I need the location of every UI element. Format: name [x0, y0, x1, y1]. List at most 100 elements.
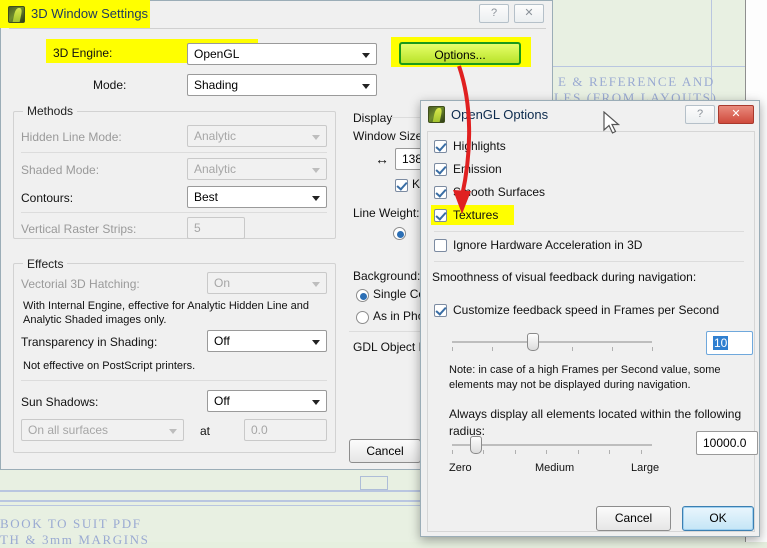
methods-divider — [21, 212, 327, 213]
bg-text-line: BOOK TO SUIT PDF — [0, 516, 142, 531]
checkbox-customize-fps[interactable] — [434, 304, 447, 317]
background-radio-as-in-photo[interactable] — [356, 311, 369, 324]
background-option-2-label: As in Pho — [373, 309, 425, 323]
surfaces-value: On all surfaces — [28, 423, 109, 437]
app-icon — [8, 6, 25, 23]
fps-slider-tick — [652, 347, 653, 351]
sun-shadows-combo[interactable]: Off — [207, 390, 327, 412]
fps-note: Note: in case of a high Frames per Secon… — [449, 364, 721, 391]
fps-value-field[interactable]: 10 — [706, 331, 753, 355]
titlebar-3d-settings: 3D Window Settings ? ✕ — [1, 1, 552, 27]
help-button[interactable]: ? — [479, 4, 509, 23]
methods-group-title: Methods — [23, 104, 78, 118]
engine-label: 3D Engine: — [53, 46, 113, 60]
options-button[interactable]: Options... — [399, 42, 521, 65]
sun-shadows-label: Sun Shadows: — [21, 395, 99, 409]
radius-slider-thumb[interactable] — [470, 436, 482, 454]
app-icon — [428, 106, 445, 123]
fps-slider-thumb[interactable] — [527, 333, 539, 351]
transparency-combo[interactable]: Off — [207, 330, 327, 352]
chevron-down-icon — [312, 400, 320, 405]
radius-slider-tick — [515, 450, 516, 454]
fps-slider-tick — [572, 347, 573, 351]
radius-slider-tick — [578, 450, 579, 454]
chevron-down-icon — [169, 429, 177, 434]
titlebar-divider — [9, 28, 546, 29]
chevron-down-icon — [362, 53, 370, 58]
chevron-down-icon — [362, 84, 370, 89]
dialog-cancel-button[interactable]: Cancel — [596, 506, 671, 531]
radius-slider-tick — [641, 450, 642, 454]
mode-combo[interactable]: Shading — [187, 74, 377, 96]
contours-combo[interactable]: Best — [187, 186, 327, 208]
close-button[interactable]: ✕ — [514, 4, 544, 23]
contours-label: Contours: — [21, 191, 74, 205]
vertical-raster-strips-field: 5 — [187, 217, 245, 239]
fps-slider-track[interactable] — [452, 341, 652, 343]
dialog-ok-button[interactable]: OK — [682, 506, 754, 531]
help-button[interactable]: ? — [685, 105, 715, 124]
keep-proportions-checkbox[interactable] — [395, 179, 408, 192]
line-weight-label: Line Weight: — [353, 206, 420, 220]
transparency-note: Not effective on PostScript printers. — [23, 360, 196, 372]
checkbox-highlights[interactable] — [434, 140, 447, 153]
mode-label: Mode: — [93, 78, 127, 92]
sun-shadows-value: Off — [214, 394, 230, 408]
chevron-down-icon — [312, 196, 320, 201]
checkbox-emission-label: Emission — [453, 162, 502, 176]
bg-text-line: TH & 3mm MARGINS — [0, 532, 150, 547]
checkbox-smooth-surfaces-label: Smooth Surfaces — [453, 185, 546, 199]
chevron-down-icon — [312, 282, 320, 287]
fps-value: 10 — [713, 336, 729, 350]
window-title: 3D Window Settings — [31, 6, 149, 21]
dialog-divider — [434, 261, 744, 262]
checkbox-ignore-hw-accel-label: Ignore Hardware Acceleration in 3D — [453, 238, 643, 252]
transparency-value: Off — [214, 334, 230, 348]
engine-combo[interactable]: OpenGL — [187, 43, 377, 65]
bg-text-line: E & REFERENCE AND — [558, 74, 715, 89]
checkbox-emission[interactable] — [434, 163, 447, 176]
fps-slider-tick — [612, 347, 613, 351]
bg-box — [360, 476, 388, 490]
background-label: Background: — [353, 269, 421, 283]
engine-value: OpenGL — [194, 47, 240, 61]
at-value-field: 0.0 — [244, 419, 327, 441]
checkbox-highlights-label: Highlights — [453, 139, 506, 153]
gdl-label: GDL Object H — [353, 340, 428, 354]
smoothness-label: Smoothness of visual feedback during nav… — [432, 270, 697, 284]
radius-slider-track[interactable] — [452, 444, 652, 446]
display-group-title: Display — [353, 111, 393, 125]
checkbox-ignore-hw-accel[interactable] — [434, 239, 447, 252]
checkbox-smooth-surfaces[interactable] — [434, 186, 447, 199]
shaded-mode-value: Analytic — [194, 162, 237, 176]
checkbox-textures[interactable] — [434, 209, 447, 222]
chevron-down-icon — [312, 168, 320, 173]
checkbox-textures-label: Textures — [453, 208, 499, 222]
radius-slider-tick — [609, 450, 610, 454]
shaded-mode-combo: Analytic — [187, 158, 327, 180]
radius-slider-tick — [452, 450, 453, 454]
hidden-line-mode-value: Analytic — [194, 129, 237, 143]
close-button[interactable]: ✕ — [718, 105, 754, 124]
surfaces-combo: On all surfaces — [21, 419, 184, 441]
width-arrow-icon: ↔ — [375, 151, 389, 167]
background-option-1-label: Single Co — [373, 287, 426, 301]
mode-value: Shading — [194, 78, 239, 92]
chevron-down-icon — [312, 340, 320, 345]
vertical-raster-strips-label: Vertical Raster Strips: — [21, 222, 137, 236]
window-size-label: Window Size — [353, 129, 423, 143]
vectorial-hatching-label: Vectorial 3D Hatching: — [21, 277, 140, 291]
settings-cancel-button[interactable]: Cancel — [349, 439, 421, 463]
radius-tick-zero-label: Zero — [449, 462, 472, 474]
background-radio-single-color[interactable] — [356, 289, 369, 302]
titlebar-opengl-options: OpenGL Options ? ✕ — [421, 101, 759, 129]
hatching-note: With Internal Engine, effective for Anal… — [23, 300, 309, 326]
dialog-title: OpenGL Options — [451, 107, 549, 122]
hidden-line-mode-combo: Analytic — [187, 125, 327, 147]
shaded-mode-label: Shaded Mode: — [21, 163, 100, 177]
methods-divider — [21, 152, 327, 153]
vectorial-hatching-combo: On — [207, 272, 327, 294]
line-weight-radio-1[interactable] — [393, 227, 406, 240]
keep-proportions-label: K — [412, 177, 421, 191]
radius-value-field[interactable]: 10000.0 — [696, 431, 758, 455]
